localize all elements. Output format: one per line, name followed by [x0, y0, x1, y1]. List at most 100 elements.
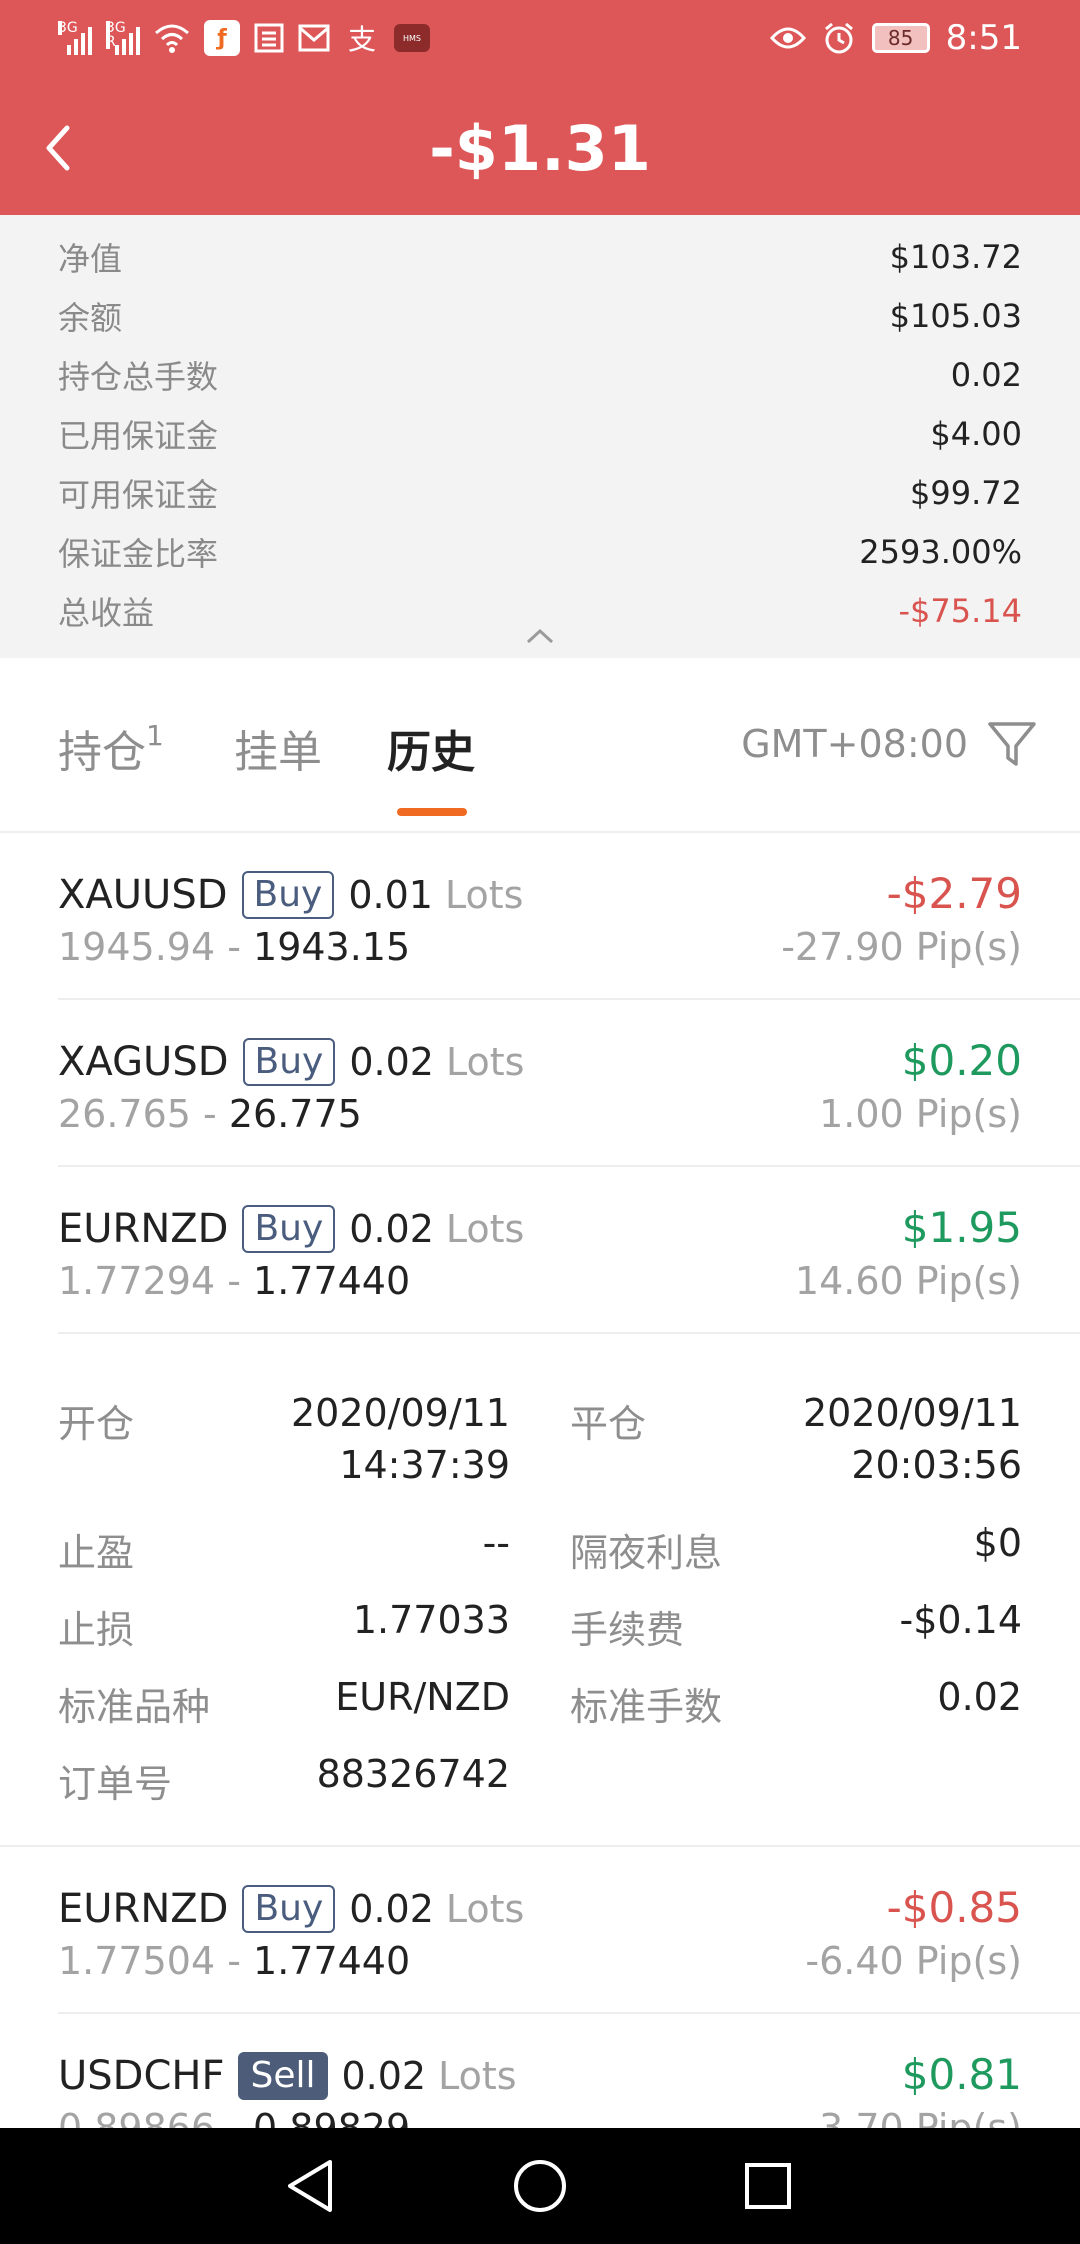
summary-row-total-lots: 持仓总手数 0.02 — [58, 345, 1022, 404]
nav-home-button[interactable] — [510, 2156, 570, 2216]
nav-back-button[interactable] — [280, 2156, 340, 2216]
stop-loss-value: 1.77033 — [352, 1598, 510, 1642]
trade-lots-label: Lots — [445, 1207, 525, 1251]
summary-label: 净值 — [58, 239, 123, 278]
page-title: -$1.31 — [429, 112, 651, 185]
summary-value: $99.72 — [910, 473, 1022, 512]
trade-detail-panel: 开仓 2020/09/11 14:37:39 平仓 2020/09/11 20:… — [0, 1335, 1080, 1847]
summary-label: 可用保证金 — [58, 475, 219, 514]
trade-profit: -$2.79 — [886, 869, 1022, 918]
timezone-label[interactable]: GMT+08:00 — [741, 722, 968, 766]
tab-history[interactable]: 历史 — [387, 716, 475, 780]
trade-symbol: USDCHF — [58, 2053, 225, 2099]
trade-row-expanded[interactable]: EURNZD Buy 0.02 Lots 1.77294 - 1.77440 $… — [0, 1167, 1080, 1334]
summary-row-used-margin: 已用保证金 $4.00 — [58, 404, 1022, 463]
summary-value: 2593.00% — [859, 532, 1022, 571]
status-icons-left: 3G 3G R ƒ 支 HMS — [58, 20, 430, 56]
filter-icon[interactable] — [986, 718, 1038, 770]
trade-row[interactable]: EURNZD Buy 0.02 Lots 1.77504 - 1.77440 -… — [0, 1847, 1080, 2014]
summary-label: 已用保证金 — [58, 416, 219, 455]
summary-value: $103.72 — [889, 237, 1022, 276]
app-header: 3G 3G R ƒ 支 HMS 85 8:51 -$1.31 — [0, 0, 1080, 215]
trade-close-price: 1.77440 — [253, 1259, 411, 1303]
trade-pips: 1.00 Pip(s) — [819, 1092, 1022, 1136]
trade-lots: 0.02 — [349, 1207, 434, 1251]
trade-header: USDCHF Sell 0.02 Lots — [58, 2052, 517, 2100]
summary-label: 总收益 — [58, 593, 155, 632]
trade-pips: -27.90 Pip(s) — [781, 925, 1022, 969]
trade-pips: -6.40 Pip(s) — [805, 1939, 1022, 1983]
summary-row-balance: 余额 $105.03 — [58, 286, 1022, 345]
trade-profit: $0.20 — [901, 1036, 1022, 1085]
trade-lots: 0.02 — [349, 1887, 434, 1931]
tab-positions[interactable]: 持仓1 — [58, 716, 164, 780]
collapse-chevron-up-icon[interactable] — [526, 628, 554, 644]
battery-level: 85 — [887, 26, 914, 50]
trade-prices: 26.765 - 26.775 — [58, 1092, 362, 1136]
commission-label: 手续费 — [570, 1608, 685, 1652]
home-circle-icon — [514, 2160, 566, 2212]
price-separator: - — [215, 2106, 254, 2128]
signal-icon: 3G R — [106, 21, 140, 55]
summary-row-equity: 净值 $103.72 — [58, 227, 1022, 286]
trade-open-price: 1.77294 — [58, 1259, 216, 1303]
trade-symbol: XAGUSD — [58, 1039, 229, 1085]
trade-close-price: 1.77440 — [253, 1939, 411, 1983]
trade-profit: $0.81 — [901, 2050, 1022, 2099]
open-time-label: 开仓 — [58, 1402, 135, 1446]
tab-badge: 1 — [146, 719, 164, 753]
trade-side-badge: Buy — [241, 871, 335, 919]
trade-header: XAGUSD Buy 0.02 Lots — [58, 1038, 524, 1086]
std-symbol-label: 标准品种 — [58, 1685, 211, 1729]
app-icon: ƒ — [204, 20, 240, 56]
trade-lots: 0.02 — [341, 2054, 427, 2098]
tab-bar: 持仓1 挂单 历史 GMT+08:00 — [0, 658, 1080, 833]
trade-side-badge: Buy — [242, 1205, 336, 1253]
trade-row[interactable]: USDCHF Sell 0.02 Lots 0.89866 - 0.89829 … — [0, 2014, 1080, 2128]
trade-open-price: 1945.94 — [58, 925, 216, 969]
trade-symbol: EURNZD — [58, 1886, 229, 1932]
trade-lots: 0.02 — [349, 1040, 434, 1084]
std-lots-label: 标准手数 — [570, 1685, 723, 1729]
alarm-icon — [824, 22, 853, 54]
close-time-value: 2020/09/11 20:03:56 — [803, 1387, 1022, 1491]
trade-header: XAUUSD Buy 0.01 Lots — [58, 871, 523, 919]
network-type-label: 3G R — [106, 20, 126, 50]
trade-open-price: 1.77504 — [58, 1939, 216, 1983]
trade-symbol: EURNZD — [58, 1206, 229, 1252]
order-number-value: 88326742 — [316, 1752, 510, 1796]
summary-value: $4.00 — [930, 414, 1022, 453]
mail-icon — [298, 24, 330, 52]
price-separator: - — [215, 1259, 254, 1303]
summary-row-free-margin: 可用保证金 $99.72 — [58, 463, 1022, 522]
status-icons-right: 85 8:51 — [769, 18, 1022, 58]
trade-close-price: 0.89829 — [253, 2106, 411, 2128]
trade-lots-label: Lots — [445, 1887, 525, 1931]
trade-open-price: 0.89866 — [58, 2106, 216, 2128]
trade-row[interactable]: XAUUSD Buy 0.01 Lots 1945.94 - 1943.15 -… — [0, 833, 1080, 1000]
stop-loss-label: 止损 — [58, 1608, 135, 1652]
price-separator: - — [215, 925, 254, 969]
summary-value: $105.03 — [889, 296, 1022, 335]
tab-pending-orders[interactable]: 挂单 — [234, 716, 322, 780]
summary-label: 持仓总手数 — [58, 357, 219, 396]
trade-row[interactable]: XAGUSD Buy 0.02 Lots 26.765 - 26.775 $0.… — [0, 1000, 1080, 1167]
nav-recent-button[interactable] — [738, 2156, 798, 2216]
trade-prices: 1.77504 - 1.77440 — [58, 1939, 410, 1983]
trade-profit: $1.95 — [901, 1203, 1022, 1252]
trade-side-badge: Buy — [242, 1038, 336, 1086]
trade-side-badge: Sell — [238, 2052, 328, 2100]
std-symbol-value: EUR/NZD — [335, 1675, 510, 1719]
price-separator: - — [215, 1939, 254, 1983]
trade-header: EURNZD Buy 0.02 Lots — [58, 1205, 524, 1253]
trade-pips: 14.60 Pip(s) — [794, 1259, 1022, 1303]
trade-side-badge: Buy — [242, 1885, 336, 1933]
summary-value: -$75.14 — [898, 591, 1022, 630]
trade-prices: 1945.94 - 1943.15 — [58, 925, 410, 969]
trade-lots-label: Lots — [438, 2054, 517, 2098]
trade-lots: 0.01 — [348, 873, 433, 917]
tab-label: 持仓 — [58, 727, 146, 778]
eye-icon — [769, 27, 806, 49]
hms-icon: HMS — [394, 24, 430, 52]
back-triangle-icon — [288, 2160, 332, 2212]
